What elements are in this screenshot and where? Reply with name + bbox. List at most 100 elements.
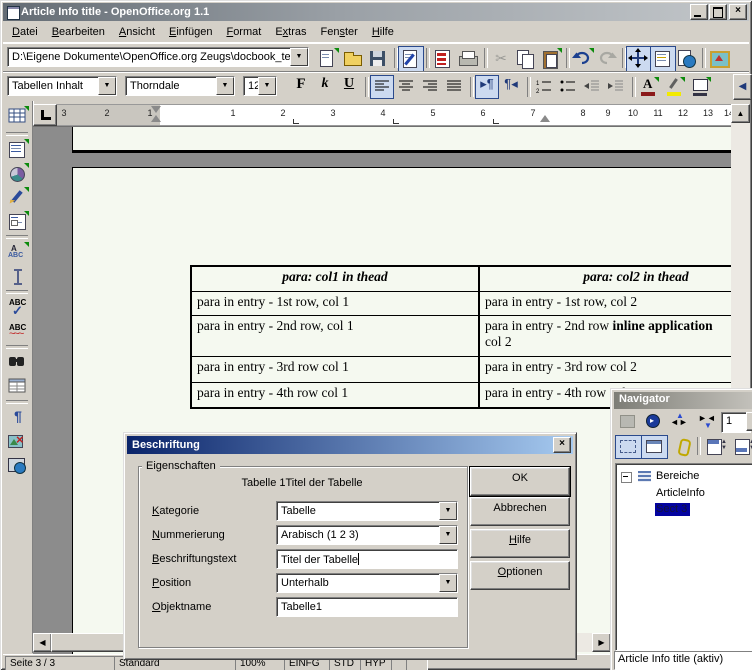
bullet-list-button[interactable] [556,75,580,99]
save-button[interactable] [365,46,391,72]
position-combobox[interactable]: Unterhalb▼ [276,573,458,593]
header-button[interactable]: ▲▼ [703,435,731,459]
font-size-combobox[interactable]: 12▼ [243,76,277,96]
navigation-button[interactable]: ▸ [641,411,667,433]
title-bar[interactable]: Article Info title - OpenOffice.org 1.1 … [3,3,749,21]
scroll-left-button[interactable]: ◀ [33,633,52,652]
menu-item-extras[interactable]: Extras [268,24,313,40]
nonprinting-characters-button[interactable]: ¶ [5,405,31,431]
bold-button[interactable]: F [289,75,313,99]
new-document-button[interactable] [315,46,341,72]
edit-file-button[interactable] [398,46,424,72]
cancel-button[interactable]: Abbrechen [470,497,570,526]
objektname-input[interactable]: Tabelle1 [276,597,458,617]
copy-button[interactable] [513,46,539,72]
position-dropdown-button[interactable]: ▼ [439,574,457,592]
underline-button[interactable]: U [337,75,361,99]
nummerierung-combobox[interactable]: Arabisch (1 2 3)▼ [276,525,458,545]
hyperlink-dialog-button[interactable] [674,46,700,72]
graphics-toggle-button[interactable]: × [5,429,31,455]
autotext-button[interactable]: AABC [5,240,31,266]
italic-button[interactable]: k [313,75,337,99]
page-spinner-buttons[interactable] [746,412,752,431]
highlight-button[interactable] [663,75,687,99]
menu-item-format[interactable]: Format [219,24,268,40]
help-button[interactable]: Hilfe [470,529,570,558]
navigator-title-bar[interactable]: Navigator [614,392,752,409]
form-functions-button[interactable] [5,209,31,235]
font-color-button[interactable]: A [637,75,661,99]
size-dropdown-button[interactable]: ▼ [258,77,276,95]
caption-dialog[interactable]: Beschriftung × Eigenschaften Tabelle 1Ti… [123,432,577,660]
url-input[interactable]: D:\Eigene Dokumente\OpenOffice.org Zeugs… [7,47,309,67]
menu-item-hilfe[interactable]: Hilfe [365,24,401,40]
navigator-toggle-listbox-button[interactable] [615,411,641,433]
drag-mode-button[interactable] [615,435,642,459]
ruler[interactable]: 3211234567891011121314 [57,104,732,126]
direct-cursor-button[interactable] [5,264,31,290]
nummerierung-dropdown-button[interactable]: ▼ [439,526,457,544]
toolbar-more-button[interactable]: ◀ [733,74,752,100]
minimize-button[interactable] [690,4,708,20]
align-justify-button[interactable] [442,75,466,99]
footer-button[interactable]: ▲▼ [731,435,752,459]
beschriftungstext-input[interactable]: Titel der Tabelle [276,549,458,569]
set-reminder-button[interactable] [671,435,697,459]
navigator-tree[interactable]: Bereiche ArticleInfo Sect 3 [615,463,752,651]
tree-item-bereiche[interactable]: Bereiche [656,470,699,482]
insert-button[interactable] [5,104,31,130]
maximize-button[interactable] [709,4,727,20]
ruler-corner-tab[interactable] [33,104,57,126]
tree-expander[interactable] [621,472,632,483]
gallery-button[interactable] [706,46,732,72]
text-direction-rtl-button[interactable]: ¶◂ [499,75,523,99]
stylist-toggle-button[interactable] [650,46,676,72]
draw-functions-button[interactable] [5,185,31,211]
increase-indent-button[interactable] [604,75,628,99]
url-dropdown-button[interactable]: ▼ [290,48,308,66]
scroll-up-button[interactable]: ▲ [731,104,750,123]
dialog-title-bar[interactable]: Beschriftung × [127,436,573,454]
export-pdf-button[interactable] [430,46,456,72]
paste-button[interactable] [538,46,564,72]
menu-item-einfuegen[interactable]: Einfügen [162,24,219,40]
close-button[interactable]: × [729,4,747,20]
style-dropdown-button[interactable]: ▼ [98,77,116,95]
auto-spellcheck-button[interactable]: ABC~~~ [5,319,31,345]
online-layout-button[interactable] [5,453,31,479]
font-dropdown-button[interactable]: ▼ [216,77,234,95]
menu-item-bearbeiten[interactable]: Bearbeiten [45,24,112,40]
open-button[interactable] [340,46,366,72]
menu-item-datei[interactable]: Datei [5,24,45,40]
scroll-right-button[interactable]: ▶ [592,633,611,652]
decrease-indent-button[interactable] [580,75,604,99]
insert-fields-button[interactable] [5,137,31,163]
navigator-toggle-button[interactable] [626,46,652,72]
paragraph-style-combobox[interactable]: Tabellen Inhalt▼ [7,76,117,96]
dialog-close-button[interactable]: × [553,437,571,453]
right-indent-marker[interactable] [540,115,550,122]
options-button[interactable]: Optionen [470,561,570,590]
align-center-button[interactable] [394,75,418,99]
numbered-list-button[interactable]: 12 [532,75,556,99]
navigator-window[interactable]: Navigator ▸ ▲◄► ►◄▼ 1 ▲▼ ▲▼ Bereiche Art… [610,388,752,670]
find-replace-button[interactable] [5,350,31,376]
content-view-button[interactable] [641,435,668,459]
ok-button[interactable]: OK [470,467,570,496]
menu-item-ansicht[interactable]: Ansicht [112,24,162,40]
redo-button[interactable] [595,46,621,72]
tree-item-articleinfo[interactable]: ArticleInfo [656,487,705,499]
cut-button[interactable]: ✂ [488,46,514,72]
kategorie-dropdown-button[interactable]: ▼ [439,502,457,520]
align-right-button[interactable] [418,75,442,99]
background-color-button[interactable] [689,75,713,99]
insert-object-button[interactable] [5,161,31,187]
next-button[interactable]: ►◄▼ [695,411,721,433]
data-sources-button[interactable] [5,374,31,400]
url-combobox[interactable]: D:\Eigene Dokumente\OpenOffice.org Zeugs… [7,47,309,67]
menu-item-fenster[interactable]: Fenster [314,24,365,40]
kategorie-combobox[interactable]: Tabelle▼ [276,501,458,521]
spellcheck-button[interactable]: ABC✓ [5,295,31,321]
font-name-combobox[interactable]: Thorndale▼ [125,76,235,96]
print-button[interactable] [455,46,481,72]
